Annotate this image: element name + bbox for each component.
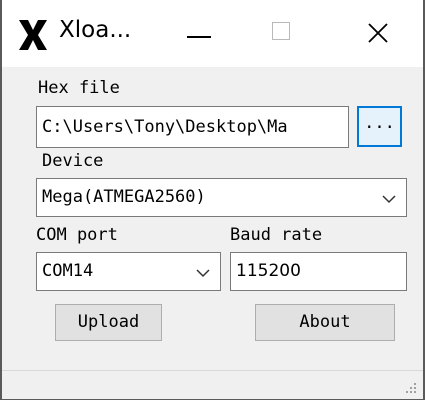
baud-rate-label: Baud rate	[230, 225, 323, 245]
chevron-down-icon	[382, 195, 396, 204]
com-port-select[interactable]: COM14	[36, 252, 221, 291]
window-title: Xloa...	[59, 17, 132, 43]
close-button[interactable]	[337, 0, 417, 67]
upload-button[interactable]: Upload	[55, 304, 162, 341]
hex-file-label: Hex file	[38, 78, 120, 98]
status-bar	[2, 370, 423, 399]
about-button[interactable]: About	[255, 304, 395, 341]
device-label: Device	[42, 151, 104, 171]
maximize-button[interactable]	[242, 0, 322, 67]
app-window: Xloa... Hex file C:\Users\Tony\Desktop\M…	[0, 0, 425, 400]
title-bar[interactable]: Xloa...	[2, 0, 423, 67]
browse-button[interactable]: ...	[357, 106, 402, 147]
chevron-down-icon	[196, 269, 210, 278]
device-selected-value: Mega(ATMEGA2560)	[42, 187, 206, 207]
resize-grip-icon[interactable]	[403, 380, 417, 394]
minimize-button[interactable]	[159, 0, 239, 67]
baud-rate-input[interactable]: 115200	[230, 252, 407, 291]
com-port-label: COM port	[36, 225, 118, 245]
hex-file-path-input[interactable]: C:\Users\Tony\Desktop\Ma	[36, 106, 349, 148]
com-port-selected-value: COM14	[42, 261, 94, 281]
device-select[interactable]: Mega(ATMEGA2560)	[36, 178, 407, 217]
x-logo-icon	[19, 20, 47, 50]
close-icon	[368, 23, 388, 43]
